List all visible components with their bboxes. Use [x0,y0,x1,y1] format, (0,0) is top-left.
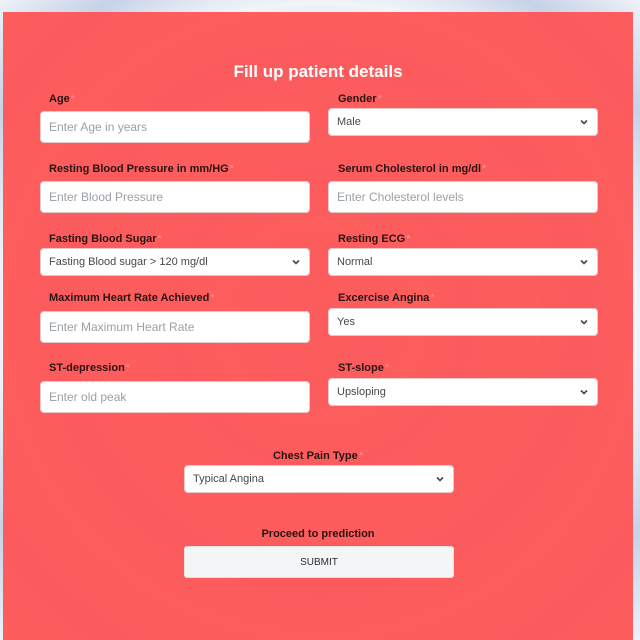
resting-ecg-label: Resting ECG* [338,233,411,245]
age-input[interactable]: Enter Age in years [40,111,310,143]
angina-select[interactable]: Yes [328,308,598,336]
submit-button[interactable]: SUBMIT [184,546,454,578]
chevron-down-icon [579,257,589,267]
st-depression-label: ST-depression* [49,362,131,374]
chevron-down-icon [579,117,589,127]
chest-pain-label: Chest Pain Type* [272,450,364,462]
fasting-bs-label: Fasting Blood Sugar* [49,233,162,245]
gender-select[interactable]: Male [328,108,598,136]
chevron-down-icon [579,317,589,327]
chest-pain-select[interactable]: Typical Angina [184,465,454,493]
gender-label: Gender* [338,93,382,105]
max-hr-label: Maximum Heart Rate Achieved* [49,292,215,304]
chevron-down-icon [579,387,589,397]
angina-label: Excercise Angina* [338,292,435,304]
resting-bp-input[interactable]: Enter Blood Pressure [40,181,310,213]
age-label: Age* [49,93,76,105]
st-slope-label: ST-slope* [338,362,390,374]
cholesterol-input[interactable]: Enter Cholesterol levels [328,181,598,213]
resting-bp-label: Resting Blood Pressure in mm/HG* [49,163,234,175]
st-depression-input[interactable]: Enter old peak [40,381,310,413]
proceed-label: Proceed to prediction [261,528,375,540]
max-hr-input[interactable]: Enter Maximum Heart Rate [40,311,310,343]
st-slope-select[interactable]: Upsloping [328,378,598,406]
form-panel: Fill up patient details Age* Enter Age i… [3,12,633,640]
resting-ecg-select[interactable]: Normal [328,248,598,276]
chevron-down-icon [291,257,301,267]
page-title: Fill up patient details [233,62,403,81]
cholesterol-label: Serum Cholesterol in mg/dl* [338,163,487,175]
chevron-down-icon [435,474,445,484]
fasting-bs-select[interactable]: Fasting Blood sugar > 120 mg/dl [40,248,310,276]
